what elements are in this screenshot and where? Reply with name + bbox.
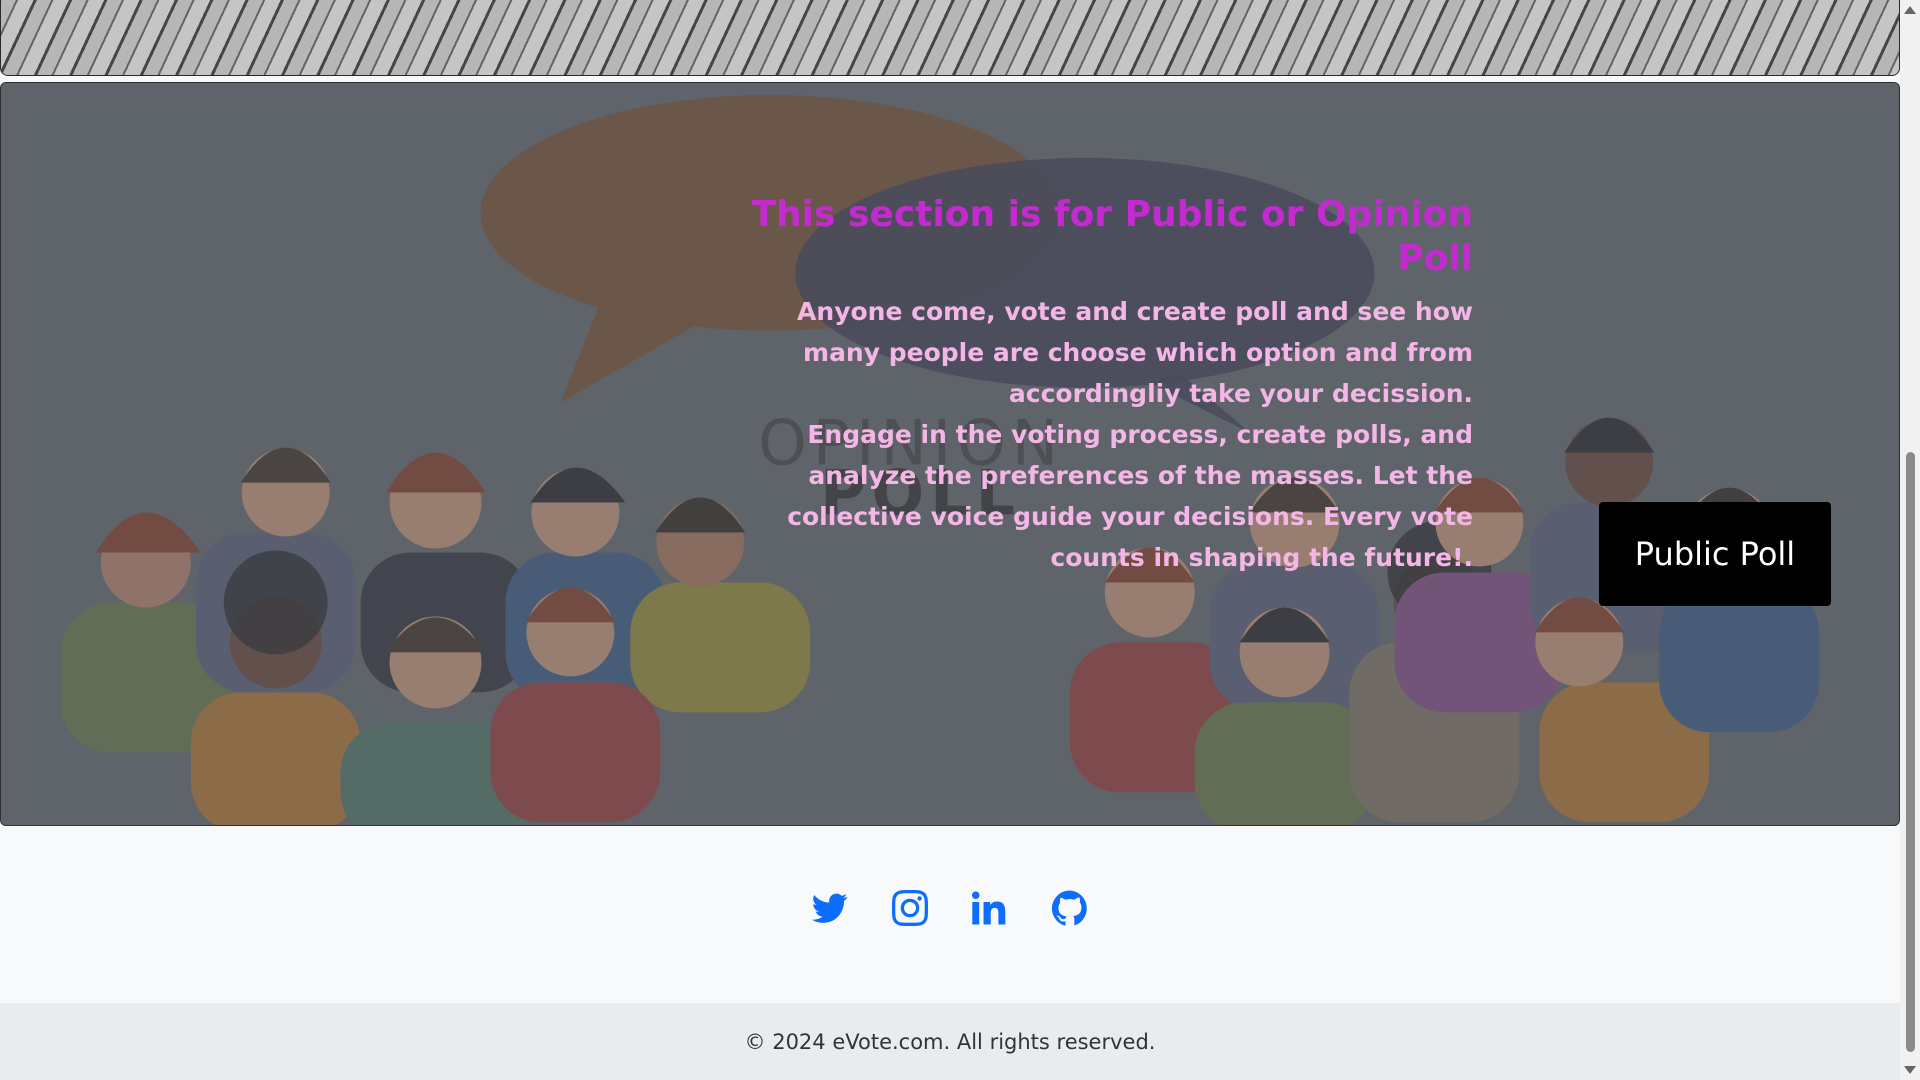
- poll-section-description-2: Engage in the voting process, create pol…: [787, 420, 1473, 572]
- scroll-down-arrow-icon[interactable]: [1904, 1066, 1916, 1074]
- top-image-card: [0, 0, 1900, 76]
- poll-section-description: Anyone come, vote and create poll and se…: [797, 297, 1473, 408]
- copyright-text: © 2024 eVote.com. All rights reserved.: [744, 1029, 1156, 1054]
- twitter-icon: [811, 893, 848, 923]
- github-icon: [1051, 890, 1087, 926]
- poll-section-title: This section is for Public or Opinion Po…: [751, 194, 1474, 279]
- poll-text-block: This section is for Public or Opinion Po…: [733, 193, 1474, 578]
- instagram-icon: [892, 890, 928, 926]
- linkedin-icon: [972, 891, 1006, 925]
- scroll-up-arrow-icon[interactable]: [1904, 6, 1916, 14]
- scrollbar-thumb[interactable]: [1906, 452, 1915, 1052]
- public-poll-button[interactable]: Public Poll: [1599, 502, 1831, 606]
- instagram-link[interactable]: [892, 890, 928, 926]
- vertical-scrollbar[interactable]: [1900, 0, 1920, 1080]
- linkedin-link[interactable]: [972, 890, 1008, 926]
- poll-section-card: OPINION POLL This section is for Public …: [0, 82, 1900, 826]
- social-links: [0, 890, 1900, 926]
- page: OPINION POLL This section is for Public …: [0, 0, 1900, 1080]
- footer: © 2024 eVote.com. All rights reserved.: [0, 1003, 1900, 1080]
- github-link[interactable]: [1051, 890, 1088, 926]
- twitter-link[interactable]: [811, 890, 848, 926]
